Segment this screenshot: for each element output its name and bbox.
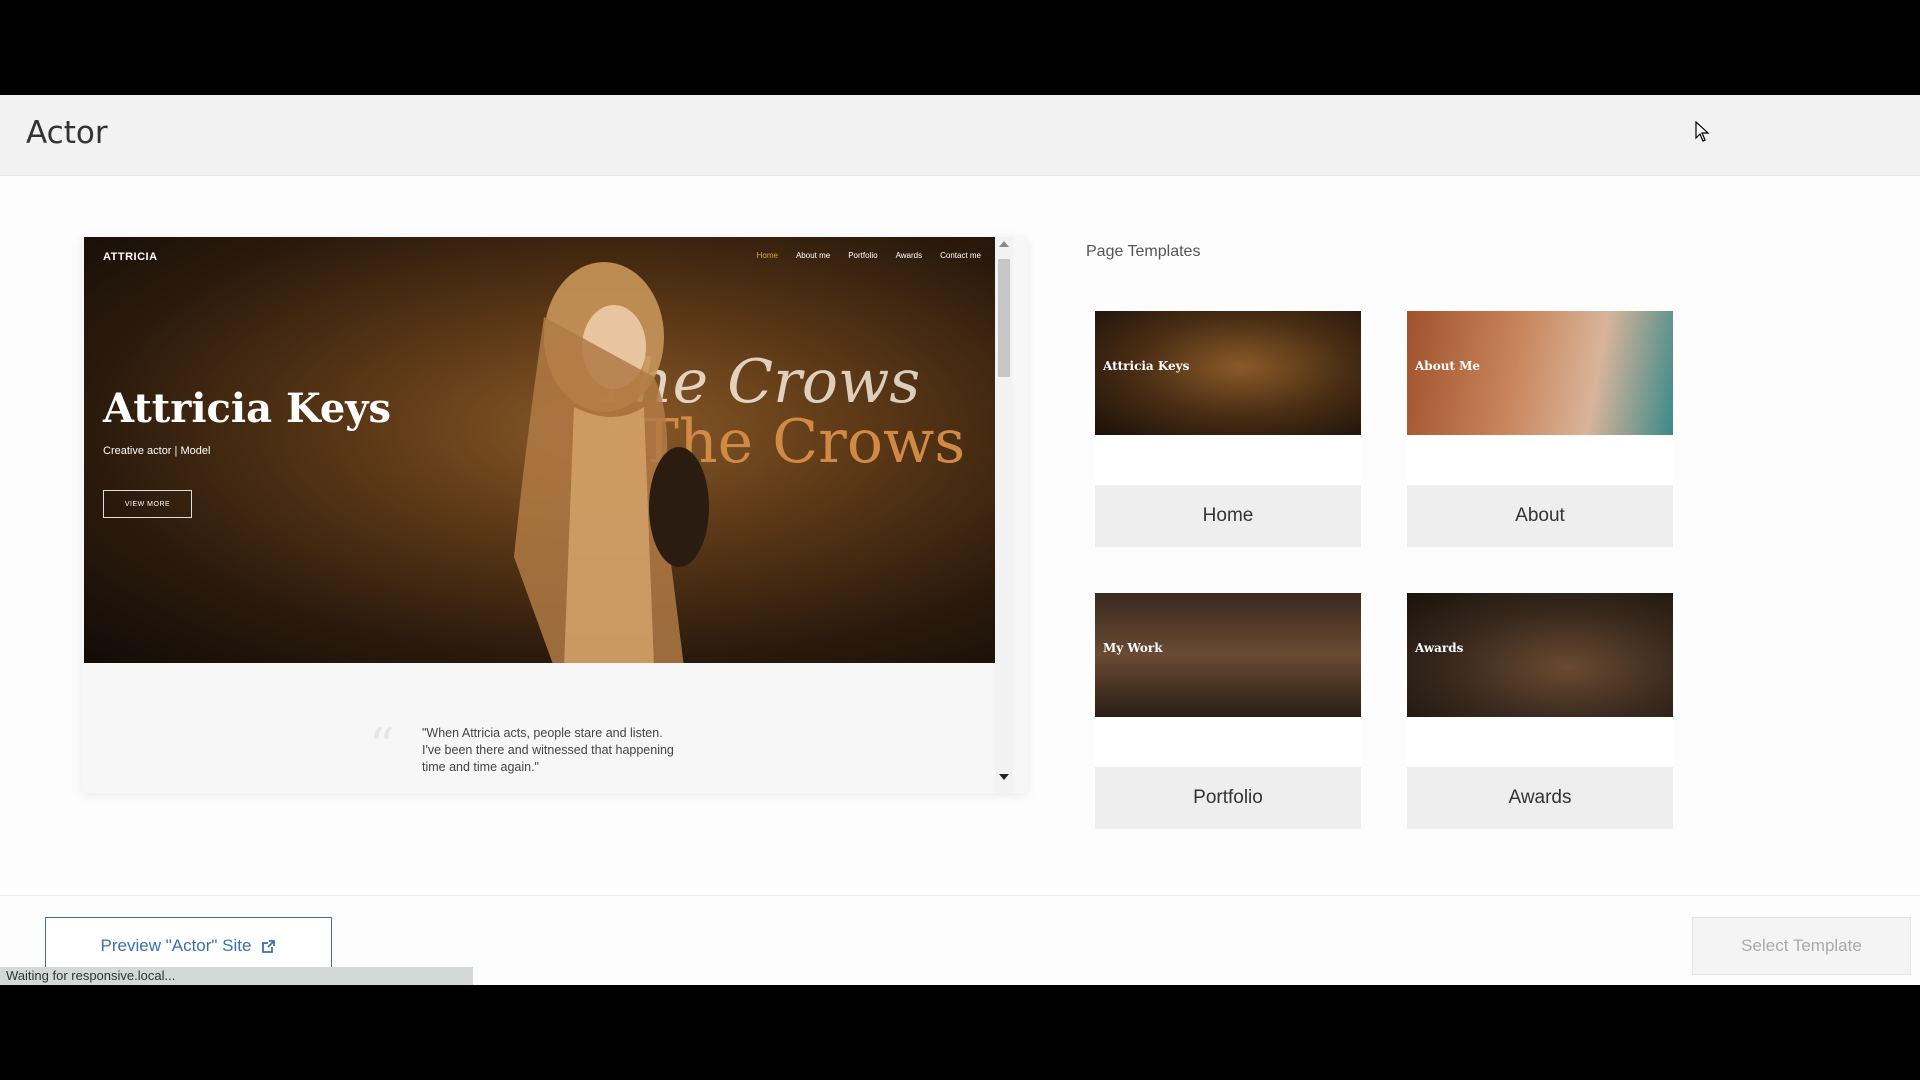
mouse-cursor-icon	[1695, 121, 1710, 142]
scroll-down-icon[interactable]	[999, 774, 1009, 780]
preview-name: Attricia Keys	[103, 385, 392, 432]
dialog-header: Actor	[0, 95, 1920, 176]
template-label-awards: Awards	[1407, 767, 1673, 829]
preview-subtitle: Creative actor | Model	[103, 445, 211, 457]
scroll-thumb[interactable]	[998, 259, 1010, 377]
template-thumb-portfolio: My Work	[1095, 593, 1361, 717]
actress-image	[514, 262, 709, 663]
preview-brand: ATTRICIA	[103, 251, 158, 263]
browser-status-bar: Waiting for responsive.local...	[0, 967, 473, 985]
preview-scrollbar[interactable]	[995, 237, 1013, 793]
template-thumb-about: About Me	[1407, 311, 1673, 435]
template-thumb-strip	[1407, 717, 1673, 767]
template-card-portfolio[interactable]: My Work Portfolio	[1095, 593, 1361, 829]
template-thumb-strip	[1407, 435, 1673, 485]
page-title: Actor	[26, 115, 108, 151]
scroll-up-icon[interactable]	[999, 241, 1009, 247]
template-thumb-title: My Work	[1103, 641, 1163, 655]
template-card-awards[interactable]: Awards Awards	[1407, 593, 1673, 829]
template-card-about[interactable]: About Me About	[1407, 311, 1673, 547]
preview-site-label: Preview "Actor" Site	[100, 936, 252, 955]
template-thumb-awards: Awards	[1407, 593, 1673, 717]
template-thumb-strip	[1095, 717, 1361, 767]
template-dialog: Actor ATTRICIA Home About me Portfolio A…	[0, 95, 1920, 985]
template-label-portfolio: Portfolio	[1095, 767, 1361, 829]
preview-nav: Home About me Portfolio Awards Contact m…	[757, 251, 981, 260]
template-label-about: About	[1407, 485, 1673, 547]
preview-nav-portfolio: Portfolio	[848, 251, 878, 260]
select-template-button[interactable]: Select Template	[1692, 917, 1911, 975]
preview-hero: ATTRICIA Home About me Portfolio Awards …	[84, 237, 997, 663]
external-link-icon	[262, 939, 276, 953]
site-preview[interactable]: ATTRICIA Home About me Portfolio Awards …	[82, 237, 1028, 793]
preview-quote: "When Attricia acts, people stare and li…	[422, 726, 674, 774]
preview-nav-contact: Contact me	[940, 251, 981, 260]
template-thumb-title: Attricia Keys	[1103, 359, 1190, 373]
footer-divider	[0, 895, 1920, 896]
template-thumb-title: About Me	[1415, 359, 1481, 373]
template-thumb-strip	[1095, 435, 1361, 485]
template-thumb-title: Awards	[1415, 641, 1464, 655]
template-label-home: Home	[1095, 485, 1361, 547]
page-templates-heading: Page Templates	[1086, 243, 1201, 260]
preview-nav-home: Home	[756, 251, 778, 260]
template-thumb-home: Attricia Keys	[1095, 311, 1361, 435]
preview-nav-awards: Awards	[895, 251, 923, 260]
quote-icon: “	[369, 717, 395, 775]
preview-nav-about: About me	[795, 251, 831, 260]
screen: Actor ATTRICIA Home About me Portfolio A…	[0, 0, 1920, 1080]
template-card-home[interactable]: Attricia Keys Home	[1095, 311, 1361, 547]
preview-view-more-button: VIEW MORE	[103, 490, 192, 518]
